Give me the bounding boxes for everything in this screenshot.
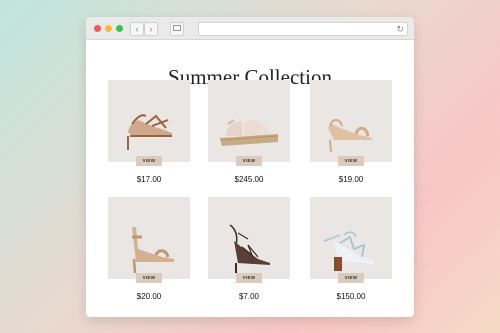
back-button[interactable]: ‹ [130, 22, 144, 36]
address-bar[interactable]: ↻ [198, 22, 408, 36]
product-card: VIEW $19.00 [310, 80, 392, 190]
browser-window: ‹ › ↻ Summer Collection VIEW $17.00 VIEW… [86, 17, 414, 317]
product-price: $7.00 [238, 292, 260, 301]
sidebar-toggle-button[interactable] [170, 22, 184, 36]
product-card: VIEW $7.00 [208, 197, 290, 307]
view-button[interactable]: VIEW [338, 156, 364, 166]
view-button[interactable]: VIEW [136, 273, 162, 283]
maximize-window-button[interactable] [116, 25, 123, 32]
product-price: $17.00 [136, 175, 162, 184]
product-card: VIEW $17.00 [108, 80, 190, 190]
product-price: $245.00 [234, 175, 264, 184]
reload-icon[interactable]: ↻ [396, 23, 404, 35]
product-card: VIEW $20.00 [108, 197, 190, 307]
product-image-sandal-lace-up-dark[interactable] [208, 197, 290, 279]
browser-titlebar: ‹ › ↻ [86, 17, 414, 40]
forward-button[interactable]: › [144, 22, 158, 36]
sidebar-icon [173, 25, 181, 31]
view-button[interactable]: VIEW [236, 273, 262, 283]
minimize-window-button[interactable] [105, 25, 112, 32]
product-image-sandal-platform-espadrille[interactable] [208, 80, 290, 162]
product-image-sandal-ankle-strap-nude[interactable] [108, 197, 190, 279]
product-price: $19.00 [338, 175, 364, 184]
product-image-sandal-lace-up-blue-block[interactable] [310, 197, 392, 279]
product-price: $150.00 [336, 292, 366, 301]
product-price: $20.00 [136, 292, 162, 301]
view-button[interactable]: VIEW [236, 156, 262, 166]
close-window-button[interactable] [94, 25, 101, 32]
view-button[interactable]: VIEW [136, 156, 162, 166]
product-card: VIEW $245.00 [208, 80, 290, 190]
product-image-sandal-strappy-tan[interactable] [108, 80, 190, 162]
view-button[interactable]: VIEW [338, 273, 364, 283]
product-image-sandal-slingback-beige[interactable] [310, 80, 392, 162]
product-card: VIEW $150.00 [310, 197, 392, 307]
